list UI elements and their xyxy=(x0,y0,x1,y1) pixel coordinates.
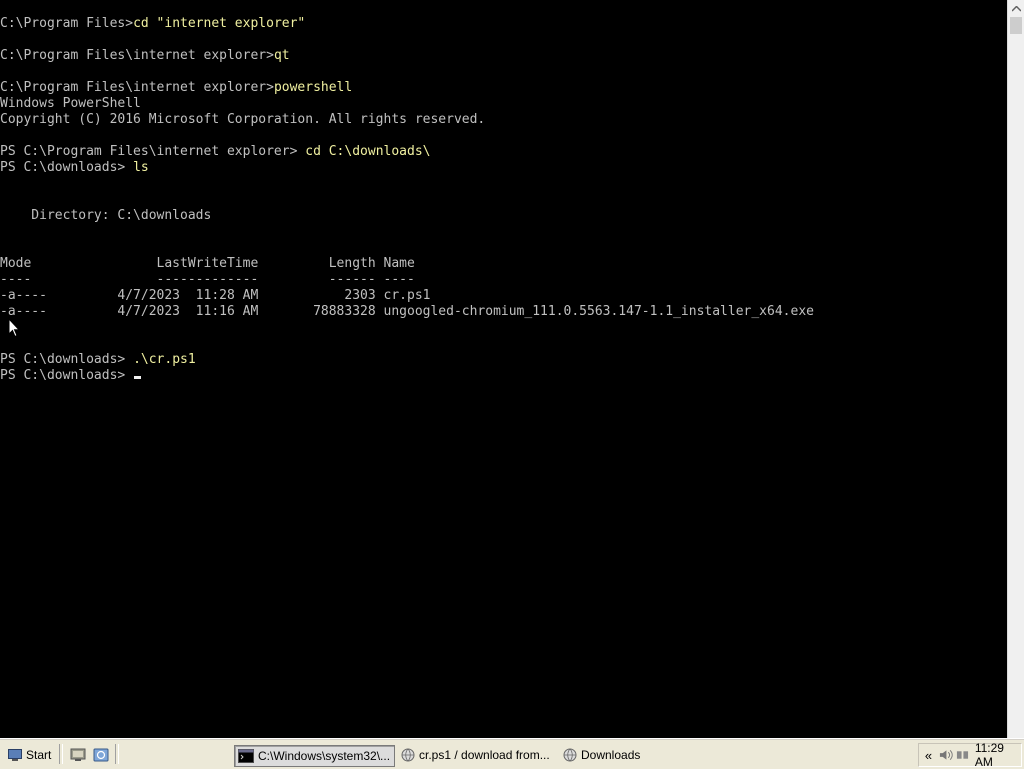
task-cr-browser[interactable]: cr.ps1 / download from... xyxy=(398,745,559,765)
console-text: Windows PowerShell xyxy=(0,96,141,111)
system-tray: « 11:29 AM xyxy=(918,741,1022,769)
show-desktop-icon xyxy=(70,748,86,761)
console-line: C:\Program Files\internet explorer>power… xyxy=(0,80,814,96)
task-cmd-label: C:\Windows\system32\... xyxy=(258,749,391,763)
start-label: Start xyxy=(26,748,52,762)
console-window[interactable]: C:\Program Files>cd "internet explorer" C… xyxy=(0,0,1007,738)
console-command: powershell xyxy=(273,80,353,95)
scroll-thumb[interactable] xyxy=(1010,17,1022,34)
console-line: Mode LastWriteTime Length Name xyxy=(0,256,814,272)
console-output: C:\Program Files>cd "internet explorer" C… xyxy=(0,16,814,384)
console-line: C:\Program Files>cd "internet explorer" xyxy=(0,16,814,32)
console-command: cd "internet explorer" xyxy=(133,16,306,31)
taskbar-separator xyxy=(59,744,63,764)
taskbar-separator xyxy=(115,744,119,764)
vertical-scrollbar[interactable] xyxy=(1007,0,1024,738)
start-button[interactable]: Start xyxy=(6,745,52,765)
network-icon[interactable] xyxy=(956,748,969,762)
console-command: qt xyxy=(273,48,290,63)
clock[interactable]: 11:29 AM xyxy=(975,741,1021,769)
quicklaunch-browser-button[interactable] xyxy=(93,745,109,765)
console-line: PS C:\downloads> xyxy=(0,368,814,384)
console-line: PS C:\downloads> .\cr.ps1 xyxy=(0,352,814,368)
globe-browser-icon xyxy=(93,748,109,762)
console-text: ---- ------------- ------ ---- xyxy=(0,272,415,287)
console-prompt: PS C:\Program Files\internet explorer> xyxy=(0,144,306,159)
task-downloads-label: Downloads xyxy=(581,748,641,762)
task-cr-label: cr.ps1 / download from... xyxy=(419,748,550,762)
globe-icon xyxy=(401,748,415,762)
console-text: Mode LastWriteTime Length Name xyxy=(0,256,415,271)
console-line: -a---- 4/7/2023 11:28 AM 2303 cr.ps1 xyxy=(0,288,814,304)
console-text: Directory: C:\downloads xyxy=(0,208,212,223)
console-line: PS C:\Program Files\internet explorer> c… xyxy=(0,144,814,160)
mouse-pointer-icon xyxy=(8,318,20,338)
console-command: ls xyxy=(133,160,149,175)
start-monitor-icon xyxy=(8,749,22,761)
console-line: C:\Program Files\internet explorer>qt xyxy=(0,48,814,64)
console-prompt: C:\Program Files> xyxy=(0,16,134,31)
console-text: -a---- 4/7/2023 11:28 AM 2303 cr.ps1 xyxy=(0,288,431,303)
console-text: Copyright (C) 2016 Microsoft Corporation… xyxy=(0,112,486,127)
console-command: .\cr.ps1 xyxy=(133,352,196,367)
console-line: Directory: C:\downloads xyxy=(0,208,814,224)
console-command: cd C:\downloads\ xyxy=(305,144,431,159)
taskbar: Start C:\Windows\system32\... cr.ps1 / d… xyxy=(0,738,1024,769)
chevron-up-icon xyxy=(1012,5,1021,12)
console-text: -a---- 4/7/2023 11:16 AM 78883328 ungoog… xyxy=(0,304,814,319)
console-prompt: PS C:\downloads> xyxy=(0,352,134,367)
console-prompt: PS C:\downloads> xyxy=(0,160,134,175)
task-downloads[interactable]: Downloads xyxy=(560,745,673,765)
console-prompt: C:\Program Files\internet explorer> xyxy=(0,48,274,63)
task-cmd-window[interactable]: C:\Windows\system32\... xyxy=(234,745,395,767)
scroll-up-button[interactable] xyxy=(1008,0,1024,17)
scroll-down-button[interactable] xyxy=(1008,721,1024,738)
console-icon xyxy=(238,749,254,763)
console-line: ---- ------------- ------ ---- xyxy=(0,272,814,288)
quicklaunch-desktop-button[interactable] xyxy=(70,745,86,765)
console-line: Windows PowerShell xyxy=(0,96,814,112)
console-line: PS C:\downloads> ls xyxy=(0,160,814,176)
console-prompt: PS C:\downloads> xyxy=(0,368,134,383)
console-line: -a---- 4/7/2023 11:16 AM 78883328 ungoog… xyxy=(0,304,814,320)
console-line: Copyright (C) 2016 Microsoft Corporation… xyxy=(0,112,814,128)
console-prompt: C:\Program Files\internet explorer> xyxy=(0,80,274,95)
tray-expand-icon[interactable]: « xyxy=(922,748,935,763)
volume-icon[interactable] xyxy=(939,748,954,762)
text-cursor xyxy=(134,376,142,379)
globe-icon xyxy=(563,748,577,762)
